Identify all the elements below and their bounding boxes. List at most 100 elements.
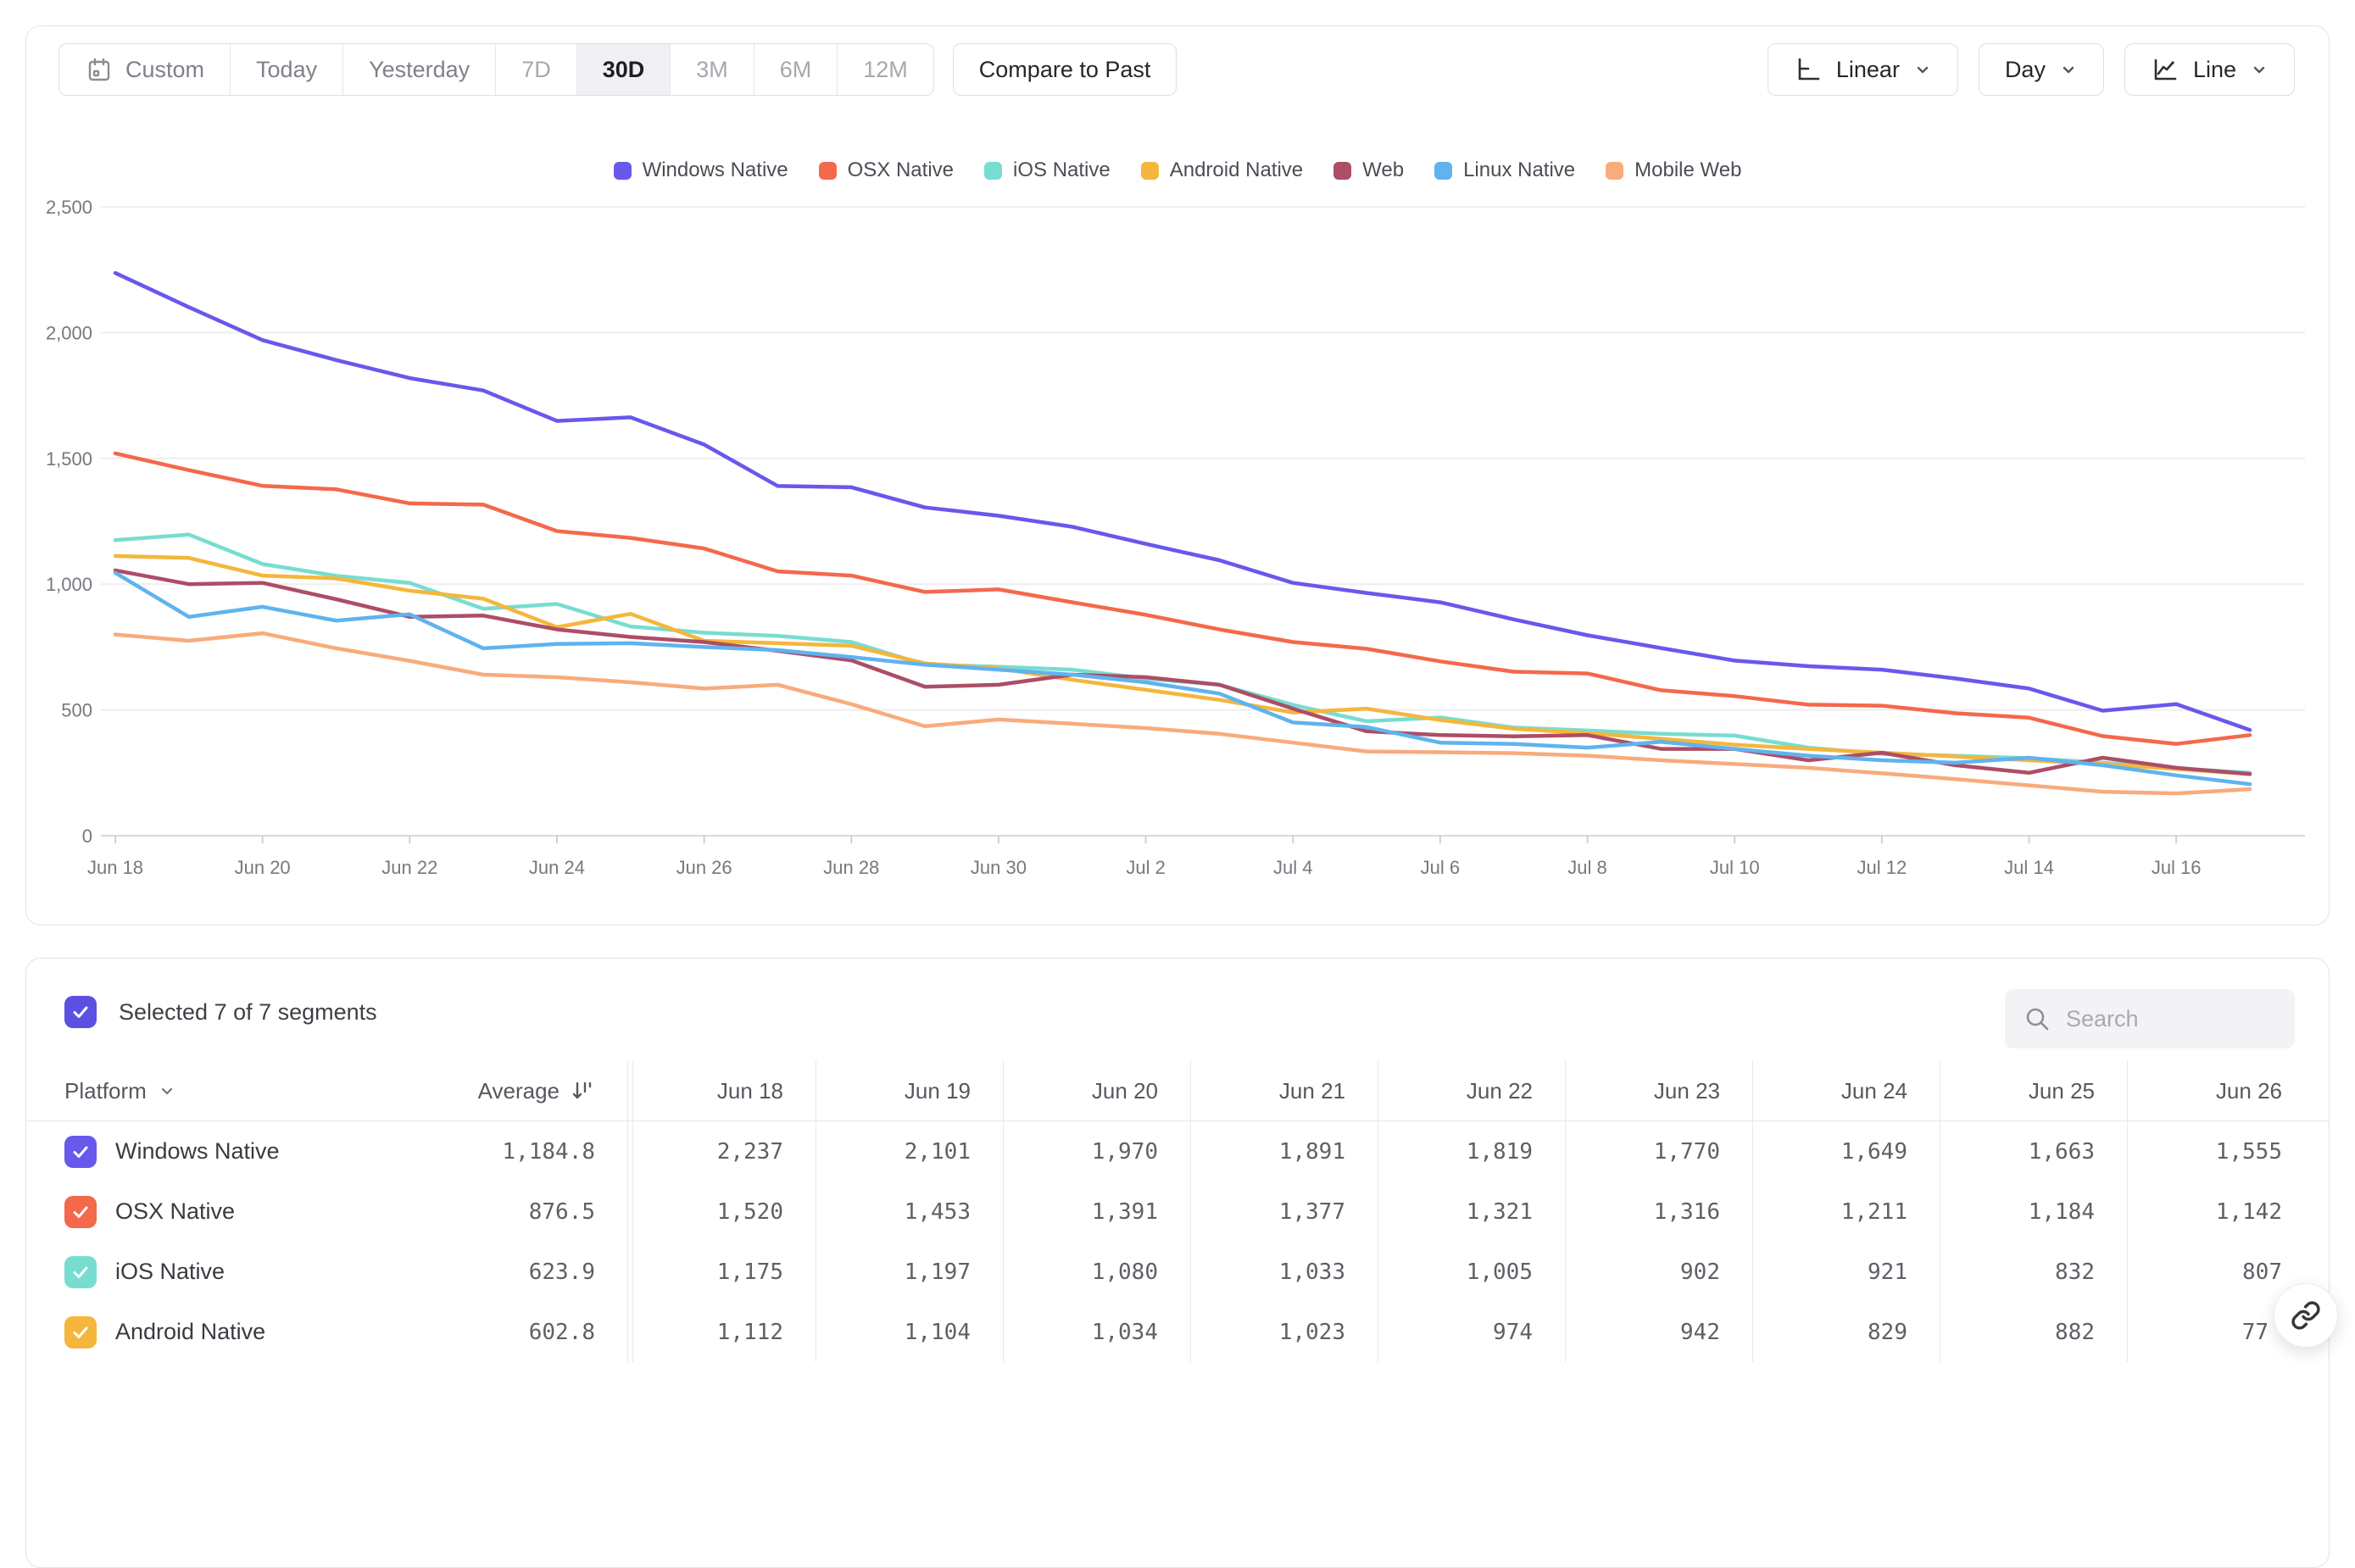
range-label: Today	[256, 57, 317, 83]
platform-name: iOS Native	[115, 1259, 225, 1285]
legend-swatch	[1333, 162, 1351, 180]
calendar-icon	[85, 55, 114, 84]
value-cell: 2,101	[816, 1121, 1003, 1182]
average-cell: 876.5	[437, 1182, 628, 1242]
copy-link-button[interactable]	[2274, 1283, 2338, 1348]
row-checkbox[interactable]	[64, 1136, 97, 1168]
value-cell: 1,034	[1003, 1302, 1190, 1362]
chart-card: 05001,0001,5002,0002,500Jun 18Jun 20Jun …	[25, 25, 2330, 926]
column-header-date[interactable]: Jun 22	[1378, 1060, 1565, 1121]
value-cell: 1,104	[816, 1302, 1003, 1362]
row-checkbox[interactable]	[64, 1316, 97, 1348]
legend-item-web[interactable]: Web	[1333, 158, 1404, 182]
column-header-date[interactable]: Jun 21	[1190, 1060, 1378, 1121]
legend-item-ios-native[interactable]: iOS Native	[984, 158, 1111, 182]
legend-item-osx-native[interactable]: OSX Native	[819, 158, 954, 182]
check-icon	[70, 1202, 91, 1222]
x-axis-tick-label: Jun 28	[823, 857, 879, 878]
value-cell: 1,005	[1378, 1242, 1565, 1302]
value-cell: 1,770	[1565, 1121, 1752, 1182]
column-header-average[interactable]: Average	[437, 1060, 628, 1121]
legend-swatch	[819, 162, 837, 180]
platform-name: Windows Native	[115, 1138, 280, 1165]
chart-type-select[interactable]: Line	[2124, 43, 2295, 96]
column-header-platform[interactable]: Platform	[64, 1060, 437, 1121]
value-cell: 1,316	[1565, 1182, 1752, 1242]
platform-cell: Windows Native	[64, 1121, 437, 1182]
compare-to-past-label: Compare to Past	[979, 57, 1151, 83]
value-cell: 1,184	[1940, 1182, 2127, 1242]
x-axis-tick-label: Jul 4	[1273, 857, 1312, 878]
value-cell: 1,391	[1003, 1182, 1190, 1242]
range-12m[interactable]: 12M	[837, 44, 933, 95]
row-checkbox[interactable]	[64, 1196, 97, 1228]
value-cell: 942	[1565, 1302, 1752, 1362]
compare-to-past-button[interactable]: Compare to Past	[953, 43, 1178, 96]
range-custom[interactable]: Custom	[59, 44, 230, 95]
column-header-date[interactable]: Jun 24	[1752, 1060, 1940, 1121]
x-axis-tick-label: Jul 6	[1421, 857, 1460, 878]
legend-swatch	[1606, 162, 1623, 180]
table-row-android-native: Android Native602.81,1121,1041,0341,0239…	[26, 1302, 2329, 1362]
value-cell: 921	[1752, 1242, 1940, 1302]
scale-select[interactable]: Linear	[1768, 43, 1958, 96]
chart-legend: Windows Native OSX Native iOS Native Androi…	[26, 158, 2329, 182]
row-checkbox[interactable]	[64, 1256, 97, 1288]
legend-item-android-native[interactable]: Android Native	[1141, 158, 1303, 182]
segment-search[interactable]	[2005, 989, 2295, 1048]
sort-desc-icon	[570, 1078, 595, 1104]
value-cell: 1,033	[1190, 1242, 1378, 1302]
y-axis-tick-label: 0	[82, 826, 92, 847]
platform-name: OSX Native	[115, 1198, 235, 1225]
range-7d[interactable]: 7D	[495, 44, 576, 95]
value-cell: 1,080	[1003, 1242, 1190, 1302]
series-line-osx-native	[115, 453, 2250, 744]
value-cell: 1,321	[1378, 1182, 1565, 1242]
series-line-mobile-web	[115, 633, 2250, 793]
column-header-date[interactable]: Jun 25	[1940, 1060, 2127, 1121]
check-icon	[70, 1142, 91, 1162]
date-range-picker: Custom Today Yesterday 7D 30D 3M 6M 12M	[58, 43, 934, 96]
x-axis-tick-label: Jul 8	[1567, 857, 1606, 878]
range-yesterday[interactable]: Yesterday	[342, 44, 495, 95]
column-header-date[interactable]: Jun 19	[816, 1060, 1003, 1121]
y-axis-tick-label: 500	[61, 700, 92, 721]
x-axis-tick-label: Jun 26	[676, 857, 732, 878]
range-3m[interactable]: 3M	[670, 44, 754, 95]
check-icon	[70, 1322, 91, 1343]
range-30d[interactable]: 30D	[576, 44, 671, 95]
column-header-date[interactable]: Jun 23	[1565, 1060, 1752, 1121]
average-cell: 602.8	[437, 1302, 628, 1362]
range-label: 6M	[780, 57, 812, 83]
link-icon	[2291, 1300, 2321, 1331]
average-header-label: Average	[478, 1078, 560, 1104]
range-label: 7D	[521, 57, 551, 83]
chart-toolbar: Custom Today Yesterday 7D 30D 3M 6M 12M Compare…	[58, 43, 2295, 96]
interval-label: Day	[2005, 57, 2046, 83]
table-row-windows-native: Windows Native1,184.82,2372,1011,9701,89…	[26, 1121, 2329, 1182]
legend-item-windows-native[interactable]: Windows Native	[614, 158, 788, 182]
interval-select[interactable]: Day	[1979, 43, 2104, 96]
legend-item-linux-native[interactable]: Linux Native	[1434, 158, 1575, 182]
range-today[interactable]: Today	[230, 44, 342, 95]
y-axis-tick-label: 2,000	[46, 322, 92, 343]
value-cell: 1,663	[1940, 1121, 2127, 1182]
chevron-down-icon	[159, 1082, 175, 1099]
chart-display-controls: Linear Day Line	[1768, 43, 2295, 96]
range-6m[interactable]: 6M	[754, 44, 838, 95]
legend-label: iOS Native	[1013, 158, 1111, 182]
column-header-date[interactable]: Jun 18	[628, 1060, 816, 1121]
value-cell: 1,555	[2127, 1121, 2314, 1182]
y-axis-tick-label: 1,500	[46, 448, 92, 470]
value-cell: 829	[1752, 1302, 1940, 1362]
column-header-date[interactable]: Jun 26	[2127, 1060, 2314, 1121]
select-all-checkbox[interactable]	[64, 996, 97, 1028]
search-input[interactable]	[2066, 1006, 2261, 1032]
column-header-date[interactable]: Jun 20	[1003, 1060, 1190, 1121]
x-axis-tick-label: Jun 24	[529, 857, 585, 878]
range-label: 3M	[696, 57, 728, 83]
legend-label: Web	[1362, 158, 1404, 182]
line-chart-icon	[2151, 55, 2180, 84]
legend-label: Android Native	[1170, 158, 1303, 182]
legend-item-mobile-web[interactable]: Mobile Web	[1606, 158, 1741, 182]
